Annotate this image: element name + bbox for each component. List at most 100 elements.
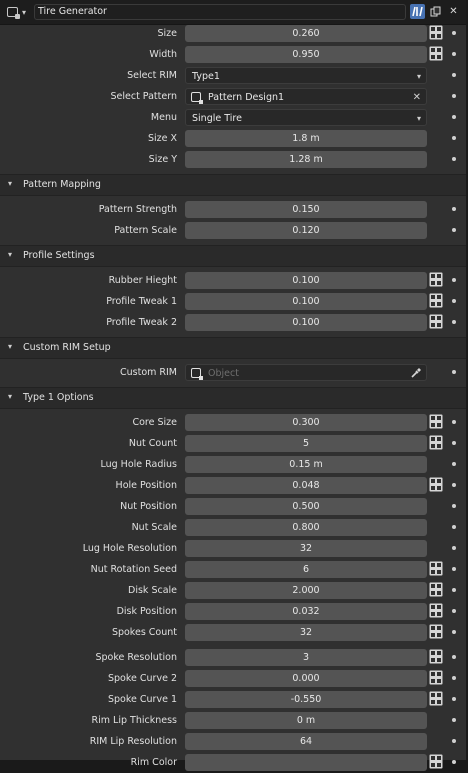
number-field[interactable]: 0.260	[185, 25, 427, 42]
node-socket-icon[interactable]	[429, 46, 443, 63]
number-field[interactable]: 1.8 m	[185, 130, 427, 147]
eyedropper-icon[interactable]	[410, 367, 422, 379]
keyframe-dot-icon[interactable]	[452, 525, 456, 529]
keyframe-dot-icon[interactable]	[452, 228, 456, 232]
keyframe-dot-icon[interactable]	[452, 370, 456, 374]
number-field[interactable]: 0.100	[185, 272, 427, 289]
number-field[interactable]: 0.800	[185, 519, 427, 536]
number-field[interactable]: 0.032	[185, 603, 427, 620]
panel-section-profile-settings[interactable]: ▾ Profile Settings	[0, 245, 466, 267]
object-selector[interactable]: Object	[185, 364, 427, 381]
node-socket-icon[interactable]	[429, 603, 443, 620]
number-field[interactable]: 64	[185, 733, 427, 750]
number-field[interactable]: 0.100	[185, 293, 427, 310]
keyframe-dot-icon[interactable]	[452, 609, 456, 613]
node-socket-icon[interactable]	[429, 414, 443, 431]
keyframe-dot-icon[interactable]	[452, 299, 456, 303]
keyframe-dot-icon[interactable]	[452, 94, 456, 98]
node-group-name-field[interactable]: Tire Generator	[34, 4, 406, 20]
node-socket-icon[interactable]	[429, 624, 443, 641]
number-field[interactable]: 32	[185, 624, 427, 641]
number-field[interactable]: -0.550	[185, 691, 427, 708]
selector-value: Pattern Design1	[208, 92, 285, 103]
keyframe-dot-icon[interactable]	[452, 483, 456, 487]
prop-label: Menu	[150, 112, 177, 123]
keyframe-dot-icon[interactable]	[452, 504, 456, 508]
number-field[interactable]: 0.300	[185, 414, 427, 431]
number-field[interactable]: 0.950	[185, 46, 427, 63]
number-field[interactable]: 6	[185, 561, 427, 578]
clear-icon[interactable]: ✕	[413, 89, 421, 106]
node-socket-icon[interactable]	[429, 561, 443, 578]
node-socket-icon[interactable]	[429, 435, 443, 452]
panel-section-type-1-options[interactable]: ▾ Type 1 Options	[0, 387, 466, 409]
keyframe-dot-icon[interactable]	[452, 588, 456, 592]
keyframe-dot-icon[interactable]	[452, 115, 456, 119]
keyframe-dot-icon[interactable]	[452, 207, 456, 211]
number-field[interactable]: 0.500	[185, 498, 427, 515]
keyframe-dot-icon[interactable]	[452, 567, 456, 571]
keyframe-dot-icon[interactable]	[452, 73, 456, 77]
chevron-down-icon: ▾	[416, 72, 421, 81]
enum-dropdown[interactable]: Single Tire ▾	[185, 109, 427, 126]
prop-row-nut-count: Nut Count 5	[0, 433, 466, 454]
keyframe-dot-icon[interactable]	[452, 739, 456, 743]
node-socket-icon[interactable]	[429, 691, 443, 708]
number-field[interactable]: 0.15 m	[185, 456, 427, 473]
keyframe-dot-icon[interactable]	[452, 697, 456, 701]
node-socket-icon[interactable]	[429, 649, 443, 666]
keyframe-dot-icon[interactable]	[452, 278, 456, 282]
node-tree-icon[interactable]	[410, 4, 425, 19]
node-socket-icon[interactable]	[429, 314, 443, 331]
number-field[interactable]: 0.100	[185, 314, 427, 331]
prop-label: Pattern Scale	[114, 225, 177, 236]
number-field[interactable]: 3	[185, 649, 427, 666]
node-socket-icon[interactable]	[429, 582, 443, 599]
node-socket-icon[interactable]	[429, 293, 443, 310]
number-field[interactable]: 32	[185, 540, 427, 557]
keyframe-dot-icon[interactable]	[452, 630, 456, 634]
keyframe-dot-icon[interactable]	[452, 718, 456, 722]
keyframe-dot-icon[interactable]	[452, 31, 456, 35]
prop-label: Lug Hole Radius	[100, 459, 177, 470]
number-field[interactable]: 0.120	[185, 222, 427, 239]
prop-label: Lug Hole Resolution	[82, 543, 177, 554]
number-field[interactable]: 0.000	[185, 670, 427, 687]
node-socket-icon[interactable]	[429, 272, 443, 289]
color-field[interactable]	[185, 754, 427, 771]
number-field[interactable]: 0.150	[185, 201, 427, 218]
node-socket-icon[interactable]	[429, 477, 443, 494]
editor-type-icon[interactable]: ▾	[7, 5, 32, 19]
keyframe-dot-icon[interactable]	[452, 441, 456, 445]
prop-label: Size X	[147, 133, 177, 144]
node-socket-icon[interactable]	[429, 670, 443, 687]
data-block-selector[interactable]: Pattern Design1 ✕	[185, 88, 427, 105]
number-field[interactable]: 0.048	[185, 477, 427, 494]
number-field[interactable]: 2.000	[185, 582, 427, 599]
keyframe-dot-icon[interactable]	[452, 420, 456, 424]
prop-label: Nut Count	[128, 438, 177, 449]
keyframe-dot-icon[interactable]	[452, 136, 456, 140]
keyframe-dot-icon[interactable]	[452, 655, 456, 659]
keyframe-dot-icon[interactable]	[452, 52, 456, 56]
prop-row-profile-tweak-1: Profile Tweak 1 0.100	[0, 291, 466, 312]
node-socket-icon[interactable]	[429, 754, 443, 771]
prop-label: Nut Scale	[131, 522, 177, 533]
prop-row-custom-rim: Custom RIM Object	[0, 362, 466, 383]
keyframe-dot-icon[interactable]	[452, 676, 456, 680]
keyframe-dot-icon[interactable]	[452, 462, 456, 466]
copy-icon[interactable]	[428, 4, 443, 19]
panel-section-custom-rim-setup[interactable]: ▾ Custom RIM Setup	[0, 337, 466, 359]
prop-row-size: Size 0.260	[0, 23, 466, 44]
close-icon[interactable]: ✕	[446, 4, 461, 19]
keyframe-dot-icon[interactable]	[452, 320, 456, 324]
panel-section-pattern-mapping[interactable]: ▾ Pattern Mapping	[0, 174, 466, 196]
keyframe-dot-icon[interactable]	[452, 760, 456, 764]
number-field[interactable]: 0 m	[185, 712, 427, 729]
keyframe-dot-icon[interactable]	[452, 546, 456, 550]
keyframe-dot-icon[interactable]	[452, 157, 456, 161]
node-socket-icon[interactable]	[429, 25, 443, 42]
number-field[interactable]: 5	[185, 435, 427, 452]
enum-dropdown[interactable]: Type1 ▾	[185, 67, 427, 84]
number-field[interactable]: 1.28 m	[185, 151, 427, 168]
